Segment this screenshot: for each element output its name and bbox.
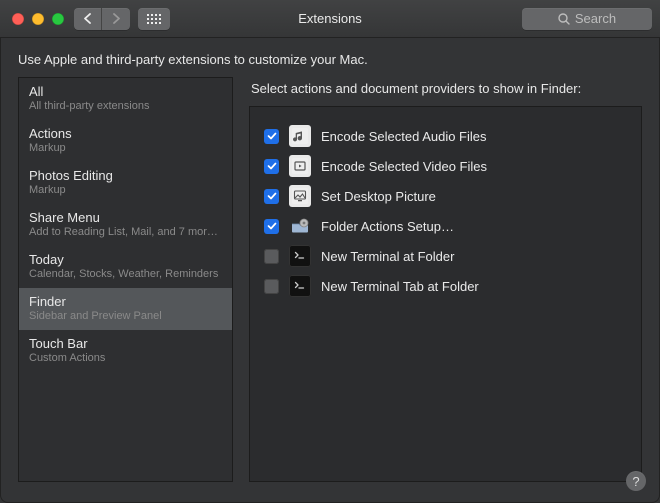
extension-row: Encode Selected Video Files <box>264 151 627 181</box>
forward-button[interactable] <box>102 8 130 30</box>
search-placeholder: Search <box>575 11 616 26</box>
chevron-right-icon <box>112 13 121 24</box>
detail-list: Encode Selected Audio Files Encode Selec… <box>249 106 642 482</box>
extension-checkbox[interactable] <box>264 129 279 144</box>
zoom-window-button[interactable] <box>52 13 64 25</box>
extension-checkbox[interactable] <box>264 159 279 174</box>
audio-encode-icon <box>289 125 311 147</box>
minimize-window-button[interactable] <box>32 13 44 25</box>
desktop-picture-icon <box>289 185 311 207</box>
extension-checkbox[interactable] <box>264 279 279 294</box>
window-toolbar: Extensions Search <box>0 0 660 38</box>
sidebar-item-photos-editing[interactable]: Photos Editing Markup <box>19 162 232 204</box>
sidebar-item-sublabel: All third-party extensions <box>29 100 222 113</box>
help-button[interactable]: ? <box>626 471 646 491</box>
sidebar-item-today[interactable]: Today Calendar, Stocks, Weather, Reminde… <box>19 246 232 288</box>
traffic-lights <box>12 13 64 25</box>
sidebar-item-sublabel: Markup <box>29 142 222 155</box>
sidebar-item-actions[interactable]: Actions Markup <box>19 120 232 162</box>
extension-label: New Terminal Tab at Folder <box>321 279 479 294</box>
sidebar-item-sublabel: Add to Reading List, Mail, and 7 mor… <box>29 226 222 239</box>
main-content: All All third-party extensions Actions M… <box>0 77 660 500</box>
extension-label: Folder Actions Setup… <box>321 219 454 234</box>
extension-label: Encode Selected Audio Files <box>321 129 487 144</box>
sidebar-item-label: Share Menu <box>29 210 222 226</box>
extension-row: New Terminal Tab at Folder <box>264 271 627 301</box>
search-icon <box>558 13 570 25</box>
help-icon: ? <box>632 474 639 489</box>
extension-label: Set Desktop Picture <box>321 189 436 204</box>
extension-label: Encode Selected Video Files <box>321 159 487 174</box>
sidebar-item-label: Photos Editing <box>29 168 222 184</box>
extension-row: Set Desktop Picture <box>264 181 627 211</box>
extensions-sidebar: All All third-party extensions Actions M… <box>18 77 233 482</box>
chevron-left-icon <box>83 13 92 24</box>
show-all-prefs-button[interactable] <box>138 8 170 30</box>
sidebar-item-label: Actions <box>29 126 222 142</box>
folder-actions-icon <box>289 215 311 237</box>
back-button[interactable] <box>74 8 102 30</box>
extension-checkbox[interactable] <box>264 219 279 234</box>
intro-text: Use Apple and third-party extensions to … <box>0 38 660 77</box>
sidebar-item-finder[interactable]: Finder Sidebar and Preview Panel <box>19 288 232 330</box>
nav-back-forward <box>74 8 130 30</box>
terminal-icon <box>289 275 311 297</box>
sidebar-item-sublabel: Calendar, Stocks, Weather, Reminders <box>29 268 222 281</box>
video-encode-icon <box>289 155 311 177</box>
terminal-icon <box>289 245 311 267</box>
sidebar-item-touch-bar[interactable]: Touch Bar Custom Actions <box>19 330 232 372</box>
check-icon <box>267 191 277 201</box>
sidebar-item-label: Finder <box>29 294 222 310</box>
detail-panel: Select actions and document providers to… <box>249 77 642 482</box>
search-field[interactable]: Search <box>522 8 652 30</box>
detail-heading: Select actions and document providers to… <box>249 77 642 106</box>
extension-row: Folder Actions Setup… <box>264 211 627 241</box>
extension-checkbox[interactable] <box>264 189 279 204</box>
close-window-button[interactable] <box>12 13 24 25</box>
extension-row: New Terminal at Folder <box>264 241 627 271</box>
sidebar-item-label: All <box>29 84 222 100</box>
sidebar-item-share-menu[interactable]: Share Menu Add to Reading List, Mail, an… <box>19 204 232 246</box>
check-icon <box>267 221 277 231</box>
extension-checkbox[interactable] <box>264 249 279 264</box>
sidebar-item-sublabel: Sidebar and Preview Panel <box>29 310 222 323</box>
sidebar-item-sublabel: Custom Actions <box>29 352 222 365</box>
grid-icon <box>147 14 161 24</box>
sidebar-item-label: Touch Bar <box>29 336 222 352</box>
sidebar-item-sublabel: Markup <box>29 184 222 197</box>
sidebar-item-label: Today <box>29 252 222 268</box>
extension-label: New Terminal at Folder <box>321 249 454 264</box>
sidebar-item-all[interactable]: All All third-party extensions <box>19 78 232 120</box>
extension-row: Encode Selected Audio Files <box>264 121 627 151</box>
check-icon <box>267 161 277 171</box>
check-icon <box>267 131 277 141</box>
